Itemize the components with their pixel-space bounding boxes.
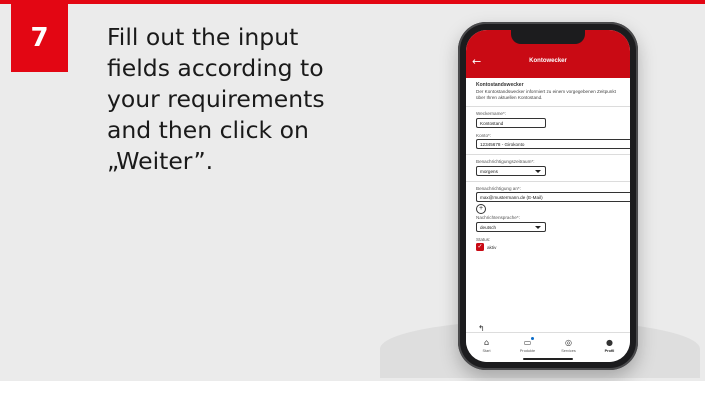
language-row: Nachrichtensprache*: deutsch (476, 215, 630, 232)
add-recipient-icon[interactable]: + (476, 204, 486, 214)
account-label: Konto*: (476, 132, 492, 138)
phone-frame: ← Kontowecker Kontostandswecker Der Kont… (458, 22, 638, 370)
alarm-name-label: Weckername*: (476, 111, 507, 116)
language-label: Nachrichtensprache*: (476, 215, 520, 220)
services-icon: ◎ (565, 338, 572, 347)
app-title: Kontowecker (529, 58, 567, 64)
divider (466, 154, 630, 155)
section-intro: Der Kontostandswecker informiert zu eine… (476, 89, 616, 100)
status-value: aktiv (487, 244, 497, 250)
tab-label: Start (482, 349, 491, 353)
status-label: Status: (476, 236, 491, 242)
tab-label: Produkte (519, 349, 536, 353)
home-indicator (523, 358, 573, 360)
phone-screen: ← Kontowecker Kontostandswecker Der Kont… (466, 30, 630, 362)
form-content: Kontostandswecker Der Kontostandswecker … (466, 82, 630, 251)
period-label: Benachrichtigungszeitraum*: (476, 159, 535, 164)
products-icon: ▭ (524, 337, 535, 347)
divider (466, 180, 630, 182)
notification-dot (531, 337, 535, 340)
account-select-value: 12345678 - Girokonto (480, 142, 525, 147)
language-select-value: deutsch (480, 224, 497, 230)
alarm-name-input[interactable]: Kontostand (476, 117, 546, 128)
period-select[interactable]: morgens (476, 165, 546, 176)
notify-select-value: max@mustermann.de (E-Mail) (480, 195, 543, 200)
section-title: Kontostandswecker (476, 82, 524, 88)
home-icon: ⌂ (483, 338, 490, 347)
notify-label: Benachrichtigung an*: (476, 185, 521, 191)
phone-notch (511, 30, 585, 44)
account-row: Konto*: 12345678 - Girokonto (476, 132, 630, 149)
chevron-down-icon (535, 170, 541, 173)
step-card: 7 Fill out the input fields according to… (0, 0, 705, 403)
top-accent-rule (0, 0, 705, 4)
tab-profil[interactable]: ● Profil (595, 338, 625, 362)
tab-label: Profil (604, 349, 615, 353)
status-row: Status: ✓ aktiv (476, 236, 630, 251)
notify-row: Benachrichtigung an*: max@mustermann.de … (476, 185, 630, 214)
status-toggle: ✓ aktiv (476, 243, 630, 251)
period-row: Benachrichtigungszeitraum*: morgens (476, 159, 630, 176)
tab-label: Services (561, 349, 576, 353)
language-select[interactable]: deutsch (476, 221, 546, 232)
status-checkbox[interactable]: ✓ (476, 243, 484, 251)
alarm-name-row: Weckername*: Kontostand (476, 111, 630, 128)
period-select-value: morgens (480, 168, 498, 174)
bottom-whitespace (0, 381, 705, 403)
profile-icon: ● (606, 338, 613, 347)
account-select[interactable]: 12345678 - Girokonto (476, 139, 630, 149)
instruction-text: Fill out the input fields according to y… (107, 23, 325, 175)
divider (466, 106, 630, 107)
tab-start[interactable]: ⌂ Start (472, 338, 502, 362)
notify-select[interactable]: max@mustermann.de (E-Mail) (476, 192, 630, 202)
chevron-down-icon (535, 226, 541, 229)
step-number-badge: 7 (11, 4, 68, 72)
tab-bar: ⌂ Start ▭ Produkte ◎ Services ● Profil (466, 332, 630, 362)
